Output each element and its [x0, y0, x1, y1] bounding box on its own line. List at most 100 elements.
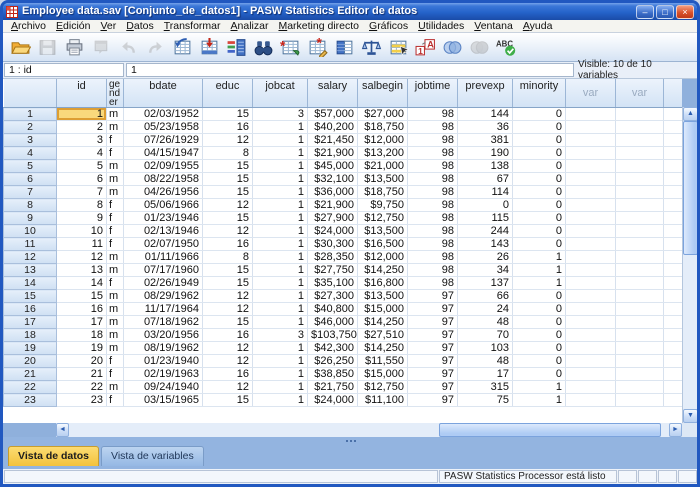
horizontal-scrollbar[interactable]: ◄ ► [56, 423, 682, 437]
find-button[interactable] [251, 35, 276, 59]
minimize-button[interactable]: – [636, 5, 654, 19]
cell-educ-row11[interactable]: 16 [203, 238, 253, 251]
cell-jobcat-row23[interactable]: 1 [253, 394, 308, 407]
cell-bdate-row18[interactable]: 03/20/1956 [124, 329, 203, 342]
cell-jobtime-row11[interactable]: 98 [408, 238, 458, 251]
cell-var1-row10[interactable] [566, 225, 616, 238]
cell-jobtime-row8[interactable]: 98 [408, 199, 458, 212]
cell-prevexp-row9[interactable]: 115 [458, 212, 513, 225]
column-header-var-1[interactable]: var [566, 79, 616, 108]
cell-var1-row2[interactable] [566, 121, 616, 134]
cell-bdate-row1[interactable]: 02/03/1952 [124, 108, 203, 121]
cell-salary-row10[interactable]: $24,000 [308, 225, 358, 238]
cell-jobtime-row7[interactable]: 98 [408, 186, 458, 199]
cell-minority-row1[interactable]: 0 [513, 108, 566, 121]
cell-var2-row20[interactable] [616, 355, 664, 368]
cell-prevexp-row1[interactable]: 144 [458, 108, 513, 121]
cell-bdate-row3[interactable]: 07/26/1929 [124, 134, 203, 147]
menu-transformar[interactable]: Transformar [159, 20, 226, 32]
cell-id-row4[interactable]: 4 [57, 147, 107, 160]
cell-jobcat-row3[interactable]: 1 [253, 134, 308, 147]
cell-salbegin-row17[interactable]: $14,250 [358, 316, 408, 329]
tab-data-view[interactable]: Vista de datos [8, 446, 99, 466]
menu-ayuda[interactable]: Ayuda [518, 20, 558, 32]
cell-salbegin-row9[interactable]: $12,750 [358, 212, 408, 225]
row-header-17[interactable]: 17 [4, 316, 57, 329]
cell-prevexp-row3[interactable]: 381 [458, 134, 513, 147]
cell-var1-row17[interactable] [566, 316, 616, 329]
pane-splitter-handle[interactable] [346, 440, 348, 442]
cell-var2-row18[interactable] [616, 329, 664, 342]
split-file-button[interactable] [332, 35, 357, 59]
row-header-19[interactable]: 19 [4, 342, 57, 355]
cell-gender-row4[interactable]: f [107, 147, 124, 160]
goto-variable-button[interactable] [197, 35, 222, 59]
column-header-id[interactable]: id [57, 79, 107, 108]
cell-salbegin-row18[interactable]: $27,510 [358, 329, 408, 342]
cell-jobtime-row6[interactable]: 98 [408, 173, 458, 186]
cell-bdate-row5[interactable]: 02/09/1955 [124, 160, 203, 173]
cell-prevexp-row11[interactable]: 143 [458, 238, 513, 251]
cell-jobcat-row19[interactable]: 1 [253, 342, 308, 355]
cell-educ-row21[interactable]: 16 [203, 368, 253, 381]
cell-educ-row18[interactable]: 16 [203, 329, 253, 342]
row-header-10[interactable]: 10 [4, 225, 57, 238]
cell-id-row23[interactable]: 23 [57, 394, 107, 407]
cell-var2-row4[interactable] [616, 147, 664, 160]
row-header-2[interactable]: 2 [4, 121, 57, 134]
cell-educ-row23[interactable]: 15 [203, 394, 253, 407]
cell-salbegin-row7[interactable]: $18,750 [358, 186, 408, 199]
cell-var1-row14[interactable] [566, 277, 616, 290]
cell-var2-row14[interactable] [616, 277, 664, 290]
cell-id-row19[interactable]: 19 [57, 342, 107, 355]
row-header-16[interactable]: 16 [4, 303, 57, 316]
cell-educ-row17[interactable]: 15 [203, 316, 253, 329]
cell-gender-row14[interactable]: f [107, 277, 124, 290]
spell-check-button[interactable]: ABC [494, 35, 519, 59]
cell-salbegin-row12[interactable]: $12,000 [358, 251, 408, 264]
cell-jobcat-row11[interactable]: 1 [253, 238, 308, 251]
cell-salary-row18[interactable]: $103,750 [308, 329, 358, 342]
cell-jobcat-row15[interactable]: 1 [253, 290, 308, 303]
cell-educ-row1[interactable]: 15 [203, 108, 253, 121]
cell-minority-row14[interactable]: 1 [513, 277, 566, 290]
cell-gender-row17[interactable]: m [107, 316, 124, 329]
cell-jobtime-row15[interactable]: 97 [408, 290, 458, 303]
grid-corner-cell[interactable] [4, 79, 57, 108]
cell-jobcat-row5[interactable]: 1 [253, 160, 308, 173]
cell-var1-row15[interactable] [566, 290, 616, 303]
cell-bdate-row17[interactable]: 07/18/1962 [124, 316, 203, 329]
cell-minority-row11[interactable]: 0 [513, 238, 566, 251]
cell-salbegin-row22[interactable]: $12,750 [358, 381, 408, 394]
cell-var1-row20[interactable] [566, 355, 616, 368]
row-header-7[interactable]: 7 [4, 186, 57, 199]
cell-educ-row15[interactable]: 12 [203, 290, 253, 303]
cell-jobcat-row6[interactable]: 1 [253, 173, 308, 186]
cell-minority-row4[interactable]: 0 [513, 147, 566, 160]
cell-var2-row5[interactable] [616, 160, 664, 173]
cell-minority-row16[interactable]: 0 [513, 303, 566, 316]
column-header-var-2[interactable]: var [616, 79, 664, 108]
cell-bdate-row2[interactable]: 05/23/1958 [124, 121, 203, 134]
cell-id-row22[interactable]: 22 [57, 381, 107, 394]
cell-bdate-row11[interactable]: 02/07/1950 [124, 238, 203, 251]
cell-bdate-row7[interactable]: 04/26/1956 [124, 186, 203, 199]
cell-salbegin-row13[interactable]: $14,250 [358, 264, 408, 277]
cell-gender-row19[interactable]: m [107, 342, 124, 355]
cell-editor-input[interactable]: 1 [126, 63, 574, 77]
cell-id-row13[interactable]: 13 [57, 264, 107, 277]
cell-educ-row16[interactable]: 12 [203, 303, 253, 316]
cell-prevexp-row2[interactable]: 36 [458, 121, 513, 134]
row-header-18[interactable]: 18 [4, 329, 57, 342]
cell-bdate-row21[interactable]: 02/19/1963 [124, 368, 203, 381]
row-header-6[interactable]: 6 [4, 173, 57, 186]
cell-minority-row5[interactable]: 0 [513, 160, 566, 173]
cell-jobtime-row21[interactable]: 97 [408, 368, 458, 381]
cell-prevexp-row4[interactable]: 190 [458, 147, 513, 160]
row-header-9[interactable]: 9 [4, 212, 57, 225]
cell-var1-row8[interactable] [566, 199, 616, 212]
cell-bdate-row14[interactable]: 02/26/1949 [124, 277, 203, 290]
cell-gender-row21[interactable]: f [107, 368, 124, 381]
cell-bdate-row8[interactable]: 05/06/1966 [124, 199, 203, 212]
cell-salary-row13[interactable]: $27,750 [308, 264, 358, 277]
